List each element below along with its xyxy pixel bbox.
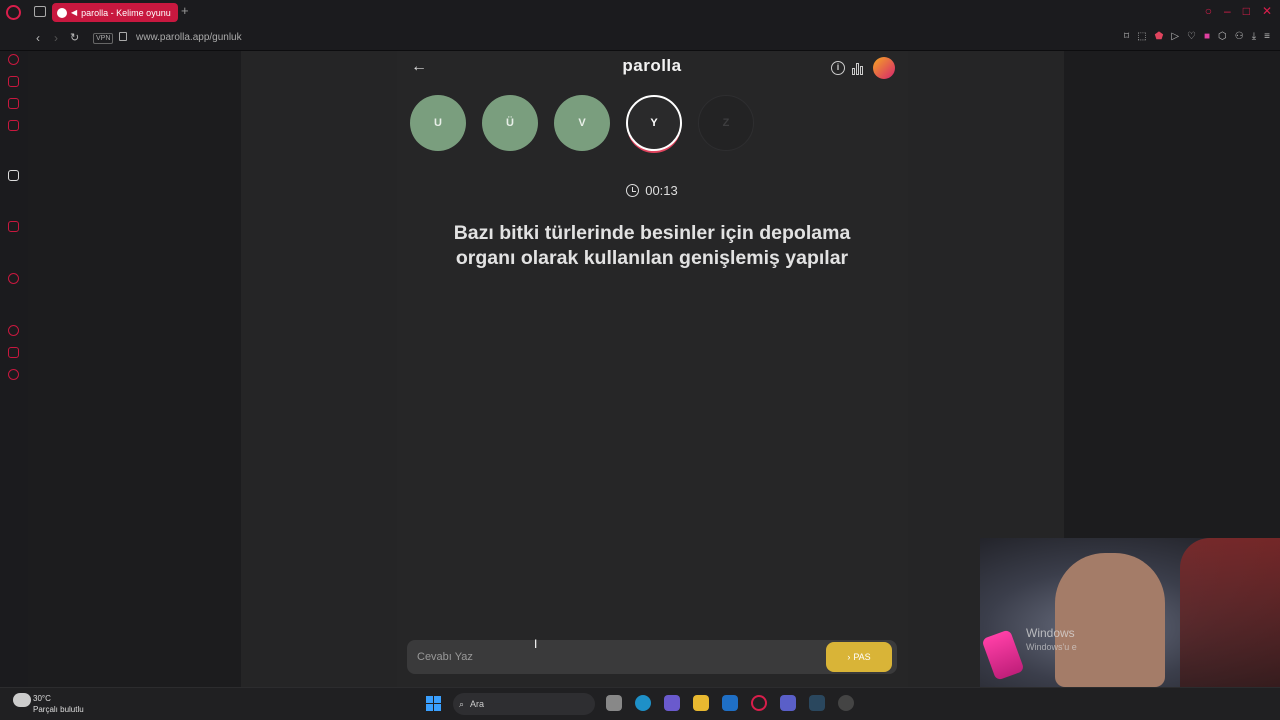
browser-tab-active[interactable]: ◀ parolla - Kelime oyunu [52,3,178,22]
maximize-icon[interactable]: □ [1243,4,1250,18]
letter-circle-u-umlaut: Ü [482,95,538,151]
windows-start-icon[interactable] [426,696,441,711]
stats-icon[interactable] [852,61,866,75]
sidebar-aria-icon[interactable] [8,76,19,87]
pass-label: PAS [853,652,871,662]
play-icon[interactable]: ▷ [1171,31,1179,42]
copilot-icon[interactable] [664,695,680,711]
text-cursor-icon: I [534,637,538,651]
new-tab-button[interactable]: + [181,4,193,18]
weather-description[interactable]: Parçalı bulutlu [33,705,84,714]
teams-icon[interactable] [780,695,796,711]
timer-value: 00:13 [645,183,678,198]
avatar[interactable] [873,57,895,79]
shield-icon[interactable]: ⬟ [1155,31,1164,42]
streamer [1055,553,1165,687]
letter-circle-z: Z [698,95,754,151]
back-nav-icon[interactable]: ‹ [36,31,40,45]
info-icon[interactable]: i [831,61,845,75]
outlook-icon[interactable] [722,695,738,711]
search-icon: ⌕ [459,698,465,709]
opera-logo-icon[interactable] [6,5,21,20]
activation-watermark-subtitle: Windows'u e [1026,642,1077,652]
window-controls: ○ – □ ✕ [1205,4,1272,18]
sidebar-active-app-icon[interactable] [8,170,19,181]
browser-sidebar [0,51,28,687]
letter-circle-v: V [554,95,610,151]
taskbar-apps [606,695,854,711]
app-icon[interactable] [838,695,854,711]
taskbar-search[interactable]: ⌕ Ara [453,693,595,715]
forward-nav-icon[interactable]: › [54,31,58,45]
page-title: parolla [622,56,682,75]
speaker-icon[interactable]: ◀ [71,8,77,17]
webcam-overlay [980,538,1280,687]
gaming-chair [1180,538,1280,687]
taskbar-search-label: Ara [470,699,485,709]
extension-toolbar: ⌑ ⬚ ⬟ ▷ ♡ ■ ⬡ ⚇ ⤓ ≡ [1124,31,1270,42]
back-arrow-icon[interactable]: ← [411,58,427,76]
weather-temperature[interactable]: 30°C [33,694,51,703]
snapshot-icon[interactable]: ⬚ [1137,31,1146,42]
sidebar-settings-icon[interactable] [8,369,19,380]
letter-circle-u: U [410,95,466,151]
activation-watermark-title: Windows [1026,626,1075,640]
question-text: Bazı bitki türlerinde besinler için depo… [453,222,851,269]
answer-bar: › PAS [407,640,897,674]
favicon-icon [57,7,67,18]
file-icon[interactable] [606,695,622,711]
download-icon[interactable]: ⤓ [1252,31,1256,42]
tab-switcher-icon[interactable] [34,6,46,17]
sidebar-speed-dial-icon[interactable] [8,54,19,65]
sidebar-extensions-icon[interactable] [8,347,19,358]
sidebar-mail-icon[interactable] [8,120,19,131]
profile-icon[interactable]: ⚇ [1235,31,1244,42]
steam-icon[interactable] [809,695,825,711]
url-field[interactable]: www.parolla.app/gunluk [136,32,242,43]
search-tabs-icon[interactable]: ○ [1205,4,1212,18]
lock-icon[interactable] [119,32,127,41]
sidebar-history-icon[interactable] [8,325,19,336]
puzzle-icon[interactable]: ⬡ [1218,31,1227,42]
answer-input[interactable] [417,647,817,667]
microphone [981,629,1025,681]
opera-taskbar-icon[interactable] [751,695,767,711]
sidebar-workspace-icon[interactable] [8,98,19,109]
menu-icon[interactable]: ≡ [1264,31,1270,42]
bookmark-icon[interactable]: ⌑ [1124,31,1129,42]
tab-title: parolla - Kelime oyunu [81,7,171,18]
chevron-right-icon: › [847,652,851,662]
file-explorer-icon[interactable] [693,695,709,711]
minimize-icon[interactable]: – [1224,4,1231,18]
close-icon[interactable]: ✕ [1262,4,1272,18]
reload-icon[interactable]: ↻ [70,31,79,44]
twitch-extension-icon[interactable]: ■ [1204,31,1210,42]
vpn-badge[interactable]: VPN [93,33,114,44]
page-gutter-left [28,51,241,687]
clock-icon [626,184,640,197]
pass-button[interactable]: › PAS [826,642,892,672]
letter-circle-y-active: Y [626,95,682,151]
weather-cloud-icon[interactable] [13,693,31,707]
sidebar-player-icon[interactable] [8,273,19,284]
sidebar-twitch-icon[interactable] [8,221,19,232]
edge-icon[interactable] [635,695,651,711]
heart-icon[interactable]: ♡ [1187,31,1196,42]
timer: 00:13 [602,183,702,198]
